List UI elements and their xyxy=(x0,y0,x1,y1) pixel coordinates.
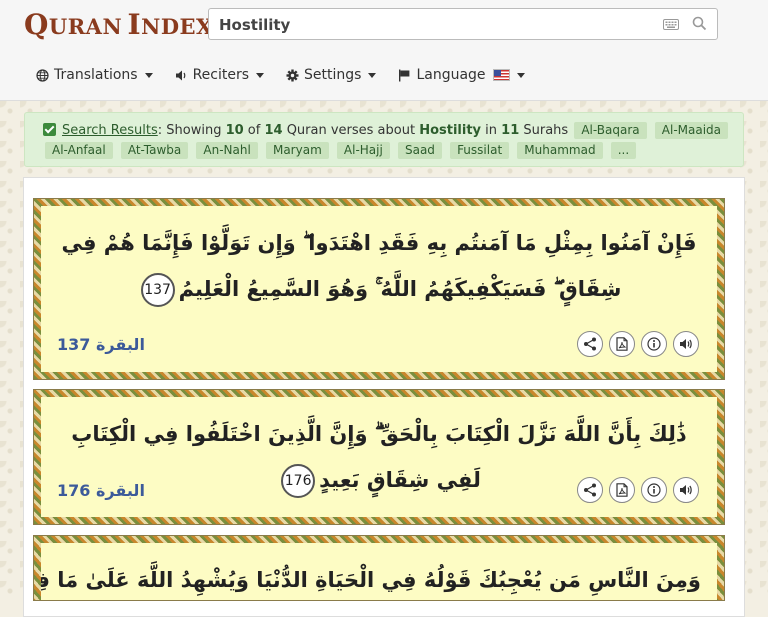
surah-tag[interactable]: Maryam xyxy=(265,142,329,159)
search-input[interactable] xyxy=(217,13,651,37)
share-icon xyxy=(584,483,596,497)
nav-translations[interactable]: Translations xyxy=(36,67,153,83)
us-flag-icon xyxy=(492,69,510,81)
surah-tag[interactable]: Al-Baqara xyxy=(574,122,647,139)
verse-text: وَمِنَ النَّاسِ مَن يُعْجِبُكَ قَوْلُهُ … xyxy=(41,568,701,592)
check-icon xyxy=(43,123,56,136)
info-button[interactable] xyxy=(641,331,667,357)
nav-reciters[interactable]: Reciters xyxy=(175,67,265,83)
nav-settings[interactable]: Settings xyxy=(286,67,377,83)
verse-actions xyxy=(571,331,699,357)
main-nav: Translations Reciters Settings Language xyxy=(36,64,547,86)
info-icon xyxy=(647,483,661,497)
share-button[interactable] xyxy=(577,477,603,503)
verse-text: فَإِنْ آمَنُوا بِمِثْلِ مَا آمَنتُم بِهِ… xyxy=(41,206,717,312)
chevron-down-icon xyxy=(144,72,153,78)
speaker-icon xyxy=(175,70,185,80)
verse-card: ذَٰلِكَ بِأَنَّ اللَّهَ نَزَّلَ الْكِتَا… xyxy=(34,390,724,524)
verse-reference[interactable]: البقرة 137 xyxy=(57,335,145,354)
surah-tag[interactable]: Al-Hajj xyxy=(336,142,390,159)
globe-icon xyxy=(36,68,49,82)
pdf-icon xyxy=(616,483,628,497)
more-surahs-tag[interactable]: ... xyxy=(610,142,637,159)
surah-tag[interactable]: Al-Anfaal xyxy=(45,142,113,159)
surah-tag[interactable]: An-Nahl xyxy=(196,142,258,159)
search-box xyxy=(208,8,718,40)
header: QURAN INDEX✗ Translations Reciters Setti… xyxy=(0,0,768,101)
verse-number-badge: 137 xyxy=(140,273,175,307)
share-button[interactable] xyxy=(577,331,603,357)
share-icon xyxy=(584,337,596,351)
chevron-down-icon xyxy=(256,72,265,78)
volume-icon xyxy=(680,339,692,349)
search-icon[interactable] xyxy=(692,16,707,35)
surah-tag[interactable]: Saad xyxy=(397,142,442,159)
info-icon xyxy=(647,337,661,351)
volume-icon xyxy=(680,485,692,495)
play-audio-button[interactable] xyxy=(673,331,699,357)
flag-icon xyxy=(399,69,410,81)
search-results-link[interactable]: Search Results xyxy=(62,123,158,138)
chevron-down-icon xyxy=(516,72,525,78)
pdf-button[interactable] xyxy=(609,477,635,503)
verse-card: فَإِنْ آمَنُوا بِمِثْلِ مَا آمَنتُم بِهِ… xyxy=(34,199,724,379)
search-results-banner: Search Results: Showing 10 of 14 Quran v… xyxy=(24,112,744,167)
surah-tag[interactable]: Al-Maaida xyxy=(654,122,729,139)
keyboard-icon[interactable] xyxy=(663,18,679,34)
verse-reference[interactable]: البقرة 176 xyxy=(57,481,145,500)
chevron-down-icon xyxy=(368,72,377,78)
surah-tag[interactable]: At-Tawba xyxy=(120,142,189,159)
verse-number-badge: 176 xyxy=(281,464,316,498)
nav-language[interactable]: Language xyxy=(398,67,525,83)
surah-tag[interactable]: Muhammad xyxy=(517,142,603,159)
verse-card: وَمِنَ النَّاسِ مَن يُعْجِبُكَ قَوْلُهُ … xyxy=(34,536,724,600)
gear-icon xyxy=(286,69,299,81)
surah-tag[interactable]: Fussilat xyxy=(450,142,510,159)
play-audio-button[interactable] xyxy=(673,477,699,503)
pdf-button[interactable] xyxy=(609,331,635,357)
verse-actions xyxy=(571,477,699,503)
pdf-icon xyxy=(616,337,628,351)
site-logo[interactable]: QURAN INDEX✗ xyxy=(24,8,233,44)
info-button[interactable] xyxy=(641,477,667,503)
